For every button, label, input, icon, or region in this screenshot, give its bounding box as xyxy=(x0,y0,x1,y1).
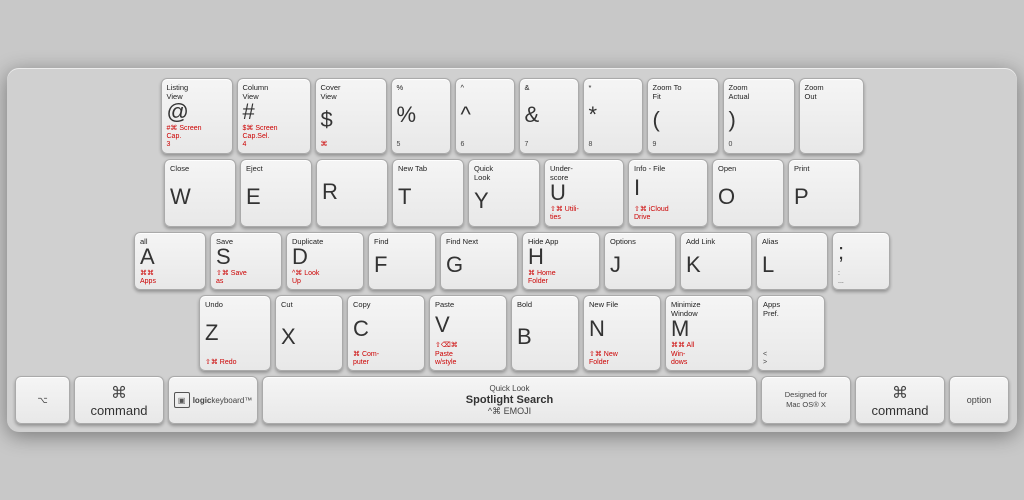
key-5[interactable]: % % 5 xyxy=(391,78,451,154)
key-all[interactable]: all A ⌘⌘Apps xyxy=(134,232,206,291)
key-left-fn[interactable]: ⌥ xyxy=(15,376,70,424)
key-bold[interactable]: Bold B xyxy=(511,295,579,371)
key-6[interactable]: ^ ^ 6 xyxy=(455,78,515,154)
key-apps-pref[interactable]: AppsPref. <> xyxy=(757,295,825,371)
key-listing-view[interactable]: ListingView @ #⌘ ScreenCap.3 xyxy=(161,78,233,154)
keyboard: ListingView @ #⌘ ScreenCap.3 ColumnView … xyxy=(7,68,1017,433)
key-copy[interactable]: Copy C ⌘ Com-puter xyxy=(347,295,425,371)
key-7[interactable]: & & 7 xyxy=(519,78,579,154)
row-numbers: ListingView @ #⌘ ScreenCap.3 ColumnView … xyxy=(15,78,1009,154)
key-alias[interactable]: Alias L xyxy=(756,232,828,291)
logo-icon: ▣ xyxy=(174,392,190,408)
key-cut[interactable]: Cut X xyxy=(275,295,343,371)
key-paste[interactable]: Paste V ⇧⌫⌘Pastew/style xyxy=(429,295,507,371)
spacebar-spotlight: Spotlight Search xyxy=(466,394,553,406)
key-zoom-fit[interactable]: Zoom ToFit ( 9 xyxy=(647,78,719,154)
key-duplicate[interactable]: Duplicate D ^⌘ LookUp xyxy=(286,232,364,291)
spacebar-emoji: ^⌘ EMOJI xyxy=(488,406,531,417)
key-minimize[interactable]: MinimizeWindow M ⌘⌘ AllWin-dows xyxy=(665,295,753,371)
key-close[interactable]: Close W xyxy=(164,159,236,227)
row-qwerty: Close W Eject E R New Tab T QuickLook Y … xyxy=(15,159,1009,227)
spacebar-quick-look: Quick Look xyxy=(489,384,529,394)
logo-text: logickeyboard™ xyxy=(193,396,253,405)
key-spacebar[interactable]: Quick Look Spotlight Search ^⌘ EMOJI xyxy=(262,376,757,424)
key-column-view[interactable]: ColumnView # $⌘ ScreenCap.Sel.4 xyxy=(237,78,311,154)
key-add-link[interactable]: Add Link K xyxy=(680,232,752,291)
key-8[interactable]: * * 8 xyxy=(583,78,643,154)
key-info-file[interactable]: Info - File I ⇧⌘ iCloudDrive xyxy=(628,159,708,227)
key-zoom-actual[interactable]: ZoomActual ) 0 xyxy=(723,78,795,154)
designed-text: Designed forMac OS® X xyxy=(785,390,828,411)
key-r[interactable]: R xyxy=(316,159,388,227)
key-cover-view[interactable]: CoverView $ ⌘ xyxy=(315,78,387,154)
key-print[interactable]: Print P xyxy=(788,159,860,227)
key-save[interactable]: Save S ⇧⌘ Saveas xyxy=(210,232,282,291)
key-underscore[interactable]: Under-score U ⇧⌘ Utili-ties xyxy=(544,159,624,227)
key-new-tab[interactable]: New Tab T xyxy=(392,159,464,227)
key-new-file[interactable]: New File N ⇧⌘ NewFolder xyxy=(583,295,661,371)
key-right-command[interactable]: ⌘ command xyxy=(855,376,945,424)
key-find[interactable]: Find F xyxy=(368,232,436,291)
row-asdf: all A ⌘⌘Apps Save S ⇧⌘ Saveas Duplicate … xyxy=(15,232,1009,291)
key-semicolon[interactable]: ; :... xyxy=(832,232,890,291)
designed-for: Designed forMac OS® X xyxy=(761,376,851,424)
key-open[interactable]: Open O xyxy=(712,159,784,227)
row-bottom: ⌥ ⌘ command ▣ logickeyboard™ Quick Look … xyxy=(15,376,1009,424)
key-left-command[interactable]: ⌘ command xyxy=(74,376,164,424)
key-options[interactable]: Options J xyxy=(604,232,676,291)
key-option[interactable]: option xyxy=(949,376,1009,424)
key-find-next[interactable]: Find Next G xyxy=(440,232,518,291)
key-quick-look[interactable]: QuickLook Y xyxy=(468,159,540,227)
key-undo[interactable]: Undo Z ⇧⌘ Redo xyxy=(199,295,271,371)
key-eject[interactable]: Eject E xyxy=(240,159,312,227)
key-zoom-out[interactable]: ZoomOut xyxy=(799,78,864,154)
row-zxcv: Undo Z ⇧⌘ Redo Cut X Copy C ⌘ Com-puter … xyxy=(15,295,1009,371)
key-hide-app[interactable]: Hide App H ⌘ HomeFolder xyxy=(522,232,600,291)
logickeyboard-logo: ▣ logickeyboard™ xyxy=(168,376,258,424)
